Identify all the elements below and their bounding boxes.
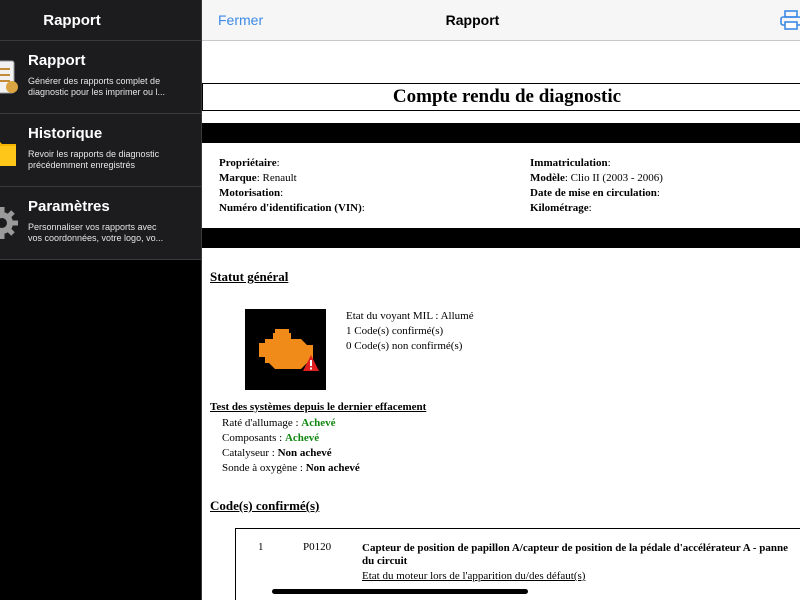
mil-status: Etat du voyant MIL : Allumé 1 Code(s) co… xyxy=(346,309,474,354)
model-row: Modèle: Clio II (2003 - 2006) xyxy=(530,172,663,184)
code-description: Capteur de position de papillon A/capteu… xyxy=(362,542,788,554)
engine-row: Motorisation: xyxy=(219,187,284,199)
test-row: Sonde à oxygène : Non achevé xyxy=(222,462,360,474)
vehicle-info-right: Immatriculation: Modèle: Clio II (2003 -… xyxy=(530,156,663,216)
status-heading: Statut général xyxy=(210,269,289,284)
sidebar-title: Rapport xyxy=(43,11,101,29)
date-row: Date de mise en circulation: xyxy=(530,187,660,199)
sidebar-item-historique[interactable]: Historique Revoir les rapports de diagno… xyxy=(0,114,201,187)
test-row: Catalyseur : Non achevé xyxy=(222,447,332,459)
codes-heading: Code(s) confirmé(s) xyxy=(210,498,320,513)
unconfirmed-count: 0 Code(s) non confirmé(s) xyxy=(346,340,463,352)
plate-row: Immatriculation: xyxy=(530,157,611,169)
sidebar-item-desc: Revoir les rapports de diagnostic précéd… xyxy=(28,149,160,170)
sidebar-item-title: Paramètres xyxy=(28,198,110,215)
nav-bar: Fermer Rapport xyxy=(202,0,800,41)
sidebar-item-desc: Personnaliser vos rapports avec vos coor… xyxy=(28,222,164,243)
nav-title: Rapport xyxy=(445,12,500,28)
tests-heading: Test des systèmes depuis le dernier effa… xyxy=(210,401,427,413)
report-document: Compte rendu de diagnostic Propriétaire:… xyxy=(202,41,800,600)
report-title: Compte rendu de diagnostic xyxy=(392,86,622,107)
sidebar: Rapport Rapport Générer des rapports com… xyxy=(0,0,201,600)
confirmed-count: 1 Code(s) confirmé(s) xyxy=(346,325,444,337)
sidebar-item-title: Historique xyxy=(28,125,103,142)
engine-warning-icon xyxy=(245,309,326,390)
sidebar-item-rapport[interactable]: Rapport Générer des rapports complet de … xyxy=(0,41,201,114)
report-panel: Fermer Rapport Compte rendu de diagnosti… xyxy=(201,0,800,600)
freeze-frame-link[interactable]: Etat du moteur lors de l'apparition du/d… xyxy=(362,570,585,582)
report-title-box: Compte rendu de diagnostic xyxy=(202,83,800,111)
brand-row: Marque: Renault xyxy=(219,172,297,184)
owner-row: Propriétaire: xyxy=(219,157,280,169)
report-icon xyxy=(0,57,20,97)
vin-row: Numéro d'identification (VIN): xyxy=(219,202,365,214)
gear-icon xyxy=(0,203,20,243)
sidebar-item-desc: Générer des rapports complet de diagnost… xyxy=(28,76,166,97)
test-row: Raté d'allumage : Achevé xyxy=(222,417,336,429)
divider-bar xyxy=(202,123,800,143)
tests-list: Raté d'allumage : Achevé Composants : Ac… xyxy=(222,416,360,476)
sidebar-item-parametres[interactable]: Paramètres Personnaliser vos rapports av… xyxy=(0,187,201,260)
mileage-row: Kilométrage: xyxy=(530,202,592,214)
folder-icon xyxy=(0,130,20,170)
divider-bar xyxy=(202,228,800,248)
test-row: Composants : Achevé xyxy=(222,432,320,444)
home-indicator[interactable] xyxy=(272,589,528,594)
sidebar-item-title: Rapport xyxy=(28,52,86,69)
sidebar-list: Rapport Générer des rapports complet de … xyxy=(0,41,201,260)
sidebar-header: Rapport xyxy=(0,0,201,41)
vehicle-info-left: Propriétaire: Marque: Renault Motorisati… xyxy=(219,156,365,216)
code-description-cont: du circuit xyxy=(362,555,408,567)
code-number: 1 xyxy=(258,541,264,553)
code-id: P0120 xyxy=(303,541,332,553)
mil-state: Etat du voyant MIL : Allumé xyxy=(346,310,474,322)
print-icon[interactable] xyxy=(780,10,800,32)
